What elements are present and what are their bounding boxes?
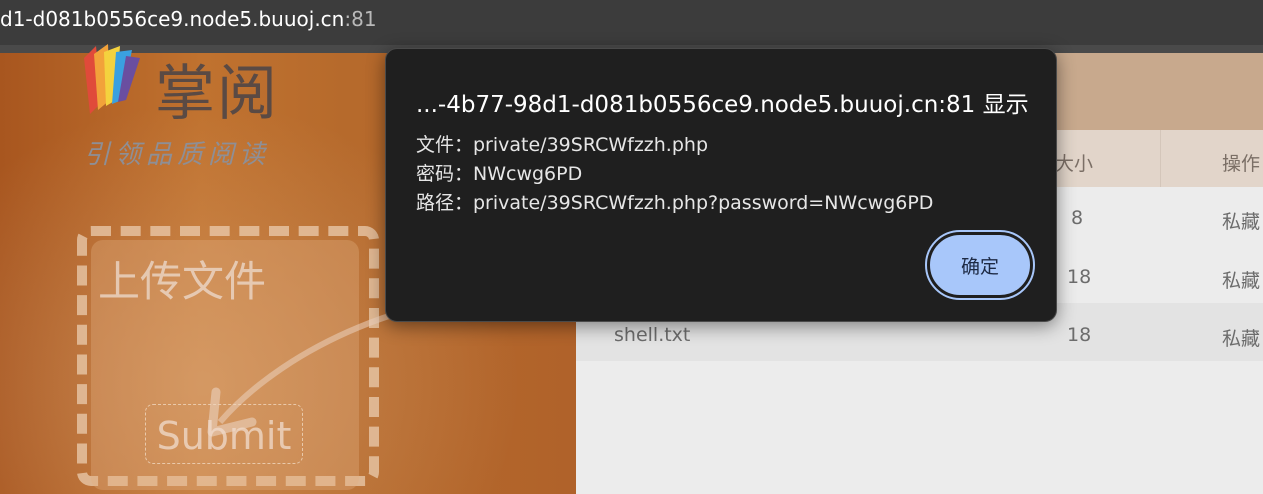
ok-button[interactable]: 确定	[925, 230, 1035, 300]
hide-action-link[interactable]: 私藏	[1222, 266, 1260, 293]
file-size: 8	[1071, 207, 1084, 229]
url-host: d1-d081b0556ce9.node5.buuoj.cn	[0, 7, 345, 31]
address-url[interactable]: d1-d081b0556ce9.node5.buuoj.cn:81	[0, 7, 377, 31]
dialog-password-line: 密码：NWcwg6PD	[416, 163, 583, 185]
column-divider	[1160, 130, 1161, 187]
hide-action-link[interactable]: 私藏	[1222, 207, 1260, 234]
file-name: shell.txt	[614, 324, 691, 346]
file-size: 18	[1067, 324, 1092, 346]
browser-address-bar: d1-d081b0556ce9.node5.buuoj.cn:81	[0, 0, 1263, 45]
column-actions: 操作	[1222, 153, 1261, 175]
file-size: 18	[1067, 266, 1092, 288]
column-size: 大小	[1055, 153, 1094, 175]
book-logo-icon	[84, 44, 140, 114]
dialog-path-line: 路径：private/39SRCWfzzh.php?password=NWcwg…	[416, 192, 934, 214]
brand-name: 掌阅	[155, 59, 279, 129]
url-port: :81	[344, 7, 377, 31]
hide-action-link[interactable]: 私藏	[1222, 324, 1260, 351]
alert-dialog: ...-4b77-98d1-d081b0556ce9.node5.buuoj.c…	[385, 48, 1057, 322]
submit-button[interactable]: Submit	[145, 404, 303, 464]
dialog-title: ...-4b77-98d1-d081b0556ce9.node5.buuoj.c…	[416, 92, 1029, 118]
dialog-file-line: 文件：private/39SRCWfzzh.php	[416, 134, 709, 156]
brand-slogan: 引领品质阅读	[84, 140, 271, 170]
